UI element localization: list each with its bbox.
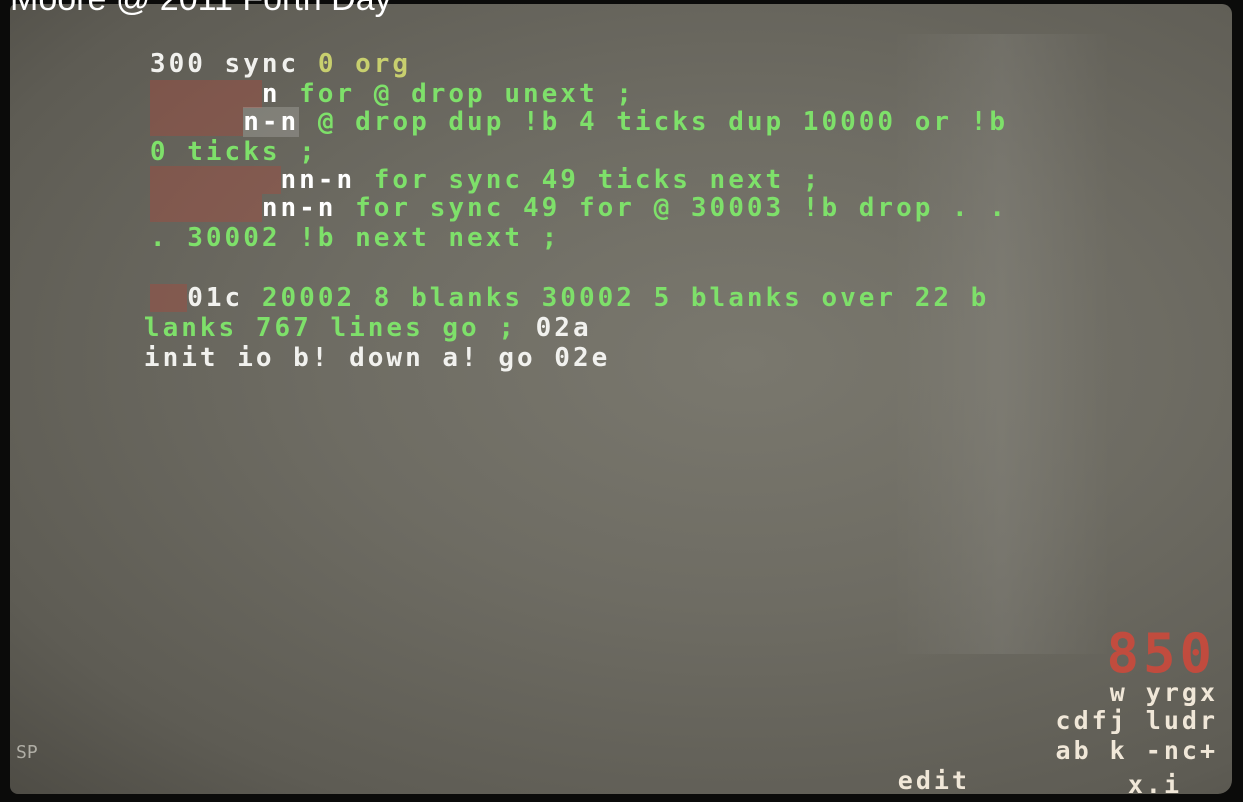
keypad-row-3: ab k -nc+ (1055, 736, 1218, 765)
video-frame: 300 sync 0 org xxxxxxn for @ drop unext … (0, 0, 1243, 802)
code-token: . 30002 !b next next ; (149, 223, 561, 253)
keypad-row-4: x.i (1127, 770, 1182, 794)
crt-screen: 300 sync 0 org xxxxxxn for @ drop unext … (10, 4, 1232, 794)
code-token: init io b! down a! go (143, 343, 555, 373)
code-token: @ drop dup !b 4 ticks dup 10000 or !b (299, 107, 1008, 137)
block-number-counter: 850 (1106, 622, 1216, 685)
keypad-edit-label: edit (897, 766, 970, 794)
video-caption: Moore @ 2011 Forth Day (10, 0, 392, 19)
keypad-row-2: cdfj ludr (1055, 706, 1218, 735)
keypad-row-1: w yrgx (1109, 678, 1218, 707)
word-address: 02e (554, 343, 611, 373)
code-line-10: init io b! down a! go 02e (32, 316, 610, 400)
corner-label: SP (16, 742, 38, 763)
